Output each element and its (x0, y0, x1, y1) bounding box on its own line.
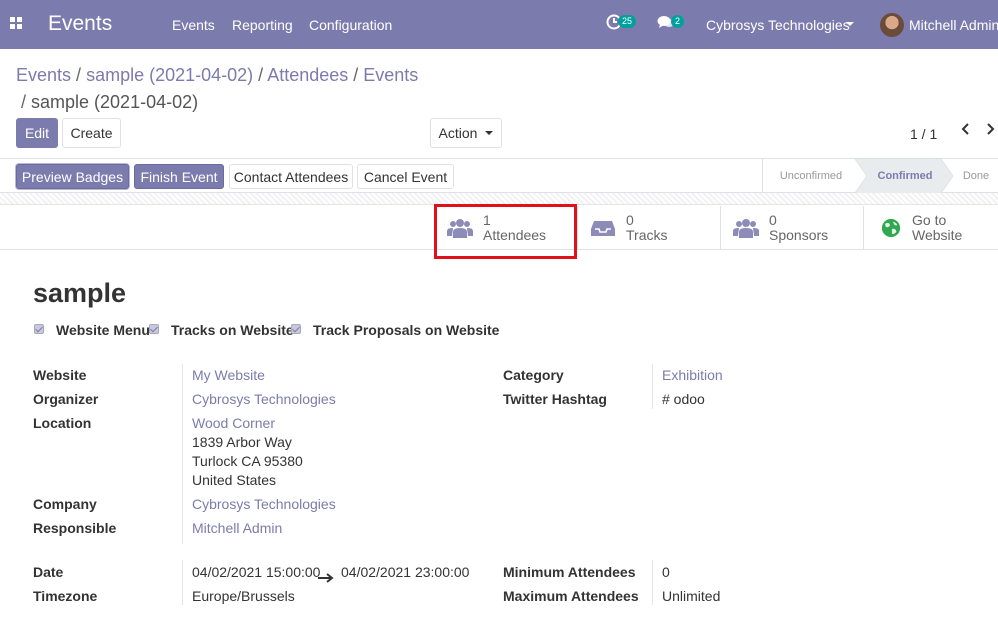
stage-unconfirmed[interactable]: Unconfirmed (763, 159, 859, 193)
breadcrumb-separator: / (76, 65, 87, 85)
tracks-on-website-label: Tracks on Website (171, 322, 294, 338)
user-menu[interactable]: Mitchell Admin (909, 17, 998, 33)
field-divider (652, 560, 653, 605)
organizer-label: Organizer (33, 391, 99, 407)
location-street: 1839 Arbor Way (192, 434, 292, 450)
breadcrumb-separator: / (16, 92, 32, 112)
app-name[interactable]: Events (48, 12, 112, 36)
action-dropdown[interactable]: Action (430, 118, 502, 148)
breadcrumb-separator: / (258, 65, 268, 85)
timezone-value[interactable]: Europe/Brussels (192, 588, 295, 604)
company-label: Company (33, 496, 97, 512)
location-name[interactable]: Wood Corner (192, 415, 275, 431)
go-to-website-smart-button[interactable]: Go to Website (863, 206, 998, 250)
pager-previous-icon[interactable] (960, 122, 970, 141)
menu-events[interactable]: Events (172, 17, 215, 33)
website-menu-checkbox[interactable] (34, 324, 44, 334)
user-avatar[interactable] (880, 13, 904, 37)
inbox-icon (591, 220, 615, 236)
company-value[interactable]: Cybrosys Technologies (192, 496, 336, 512)
date-end-value[interactable]: 04/02/2021 23:00:00 (341, 564, 469, 580)
website-label: Website (33, 367, 87, 383)
attendees-highlight-box (434, 204, 577, 259)
sponsors-label: Sponsors (769, 226, 829, 243)
go-to-text: Go to (912, 211, 947, 228)
pager-value[interactable]: 1 / 1 (910, 126, 937, 142)
field-divider (182, 560, 183, 605)
maximum-attendees-value[interactable]: Unlimited (662, 588, 720, 604)
track-proposals-label: Track Proposals on Website (313, 322, 500, 338)
tracks-on-website-checkbox[interactable] (149, 324, 159, 334)
stage-done[interactable]: Done (953, 159, 998, 193)
stage-confirmed[interactable]: Confirmed (869, 159, 941, 193)
responsible-value[interactable]: Mitchell Admin (192, 520, 282, 536)
apps-menu-icon[interactable] (10, 17, 22, 29)
website-menu-label: Website Menu (56, 322, 150, 338)
top-navbar: Events Events Reporting Configuration 25… (0, 0, 998, 49)
location-label: Location (33, 415, 92, 431)
category-value[interactable]: Exhibition (662, 367, 723, 383)
tracks-label: Tracks (626, 226, 668, 243)
form-header: Preview Badges Finish Event Contact Atte… (0, 158, 998, 193)
breadcrumb: Events / sample (2021-04-02) / Attendees… (16, 62, 418, 116)
breadcrumb-item-sample[interactable]: sample (2021-04-02) (86, 65, 253, 85)
maximum-attendees-label: Maximum Attendees (503, 588, 639, 604)
caret-down-icon (485, 131, 494, 135)
website-value[interactable]: My Website (192, 367, 265, 383)
website-text: Website (912, 226, 963, 243)
location-country: United States (192, 472, 277, 488)
activity-count-badge: 25 (618, 15, 637, 28)
breadcrumb-item-attendees[interactable]: Attendees (267, 65, 348, 85)
track-proposals-checkbox[interactable] (291, 324, 301, 334)
minimum-attendees-label: Minimum Attendees (503, 564, 636, 580)
field-divider (652, 364, 653, 409)
responsible-label: Responsible (33, 520, 117, 536)
action-label: Action (438, 125, 478, 141)
twitter-hashtag-label: Twitter Hashtag (503, 391, 607, 407)
edit-button[interactable]: Edit (16, 118, 58, 148)
menu-reporting[interactable]: Reporting (232, 17, 293, 33)
finish-event-button[interactable]: Finish Event (134, 164, 224, 189)
create-button[interactable]: Create (62, 118, 121, 148)
company-caret-icon[interactable] (846, 22, 854, 26)
sponsors-smart-button[interactable]: 0 Sponsors (720, 206, 863, 250)
arrow-right-icon (318, 570, 334, 586)
contact-attendees-button[interactable]: Contact Attendees (229, 164, 353, 189)
category-label: Category (503, 367, 564, 383)
messages-count-badge: 2 (671, 15, 685, 28)
sponsors-count: 0 (769, 211, 777, 228)
minimum-attendees-value[interactable]: 0 (662, 564, 670, 580)
tracks-count: 0 (626, 211, 634, 228)
breadcrumb-current: sample (2021-04-02) (31, 92, 199, 112)
cancel-event-button[interactable]: Cancel Event (357, 164, 454, 189)
date-label: Date (33, 564, 64, 580)
menu-configuration[interactable]: Configuration (309, 17, 392, 33)
stage-statusbar: Unconfirmed Confirmed Done (762, 159, 998, 193)
pager-next-icon[interactable] (986, 122, 996, 141)
globe-icon (881, 218, 901, 237)
organizer-value[interactable]: Cybrosys Technologies (192, 391, 336, 407)
breadcrumb-separator: / (353, 65, 364, 85)
users-icon (733, 218, 759, 238)
field-divider (182, 364, 183, 544)
date-begin-value[interactable]: 04/02/2021 15:00:00 (192, 564, 320, 580)
company-switcher[interactable]: Cybrosys Technologies (706, 17, 850, 33)
location-city: Turlock CA 95380 (192, 453, 303, 469)
breadcrumb-item-events-2[interactable]: Events (363, 65, 418, 85)
event-title[interactable]: sample (33, 278, 126, 309)
breadcrumb-item-events[interactable]: Events (16, 65, 71, 85)
timezone-label: Timezone (33, 588, 98, 604)
tracks-smart-button[interactable]: 0 Tracks (577, 206, 720, 250)
twitter-hashtag-value[interactable]: # odoo (662, 391, 705, 407)
preview-badges-button[interactable]: Preview Badges (16, 164, 129, 189)
